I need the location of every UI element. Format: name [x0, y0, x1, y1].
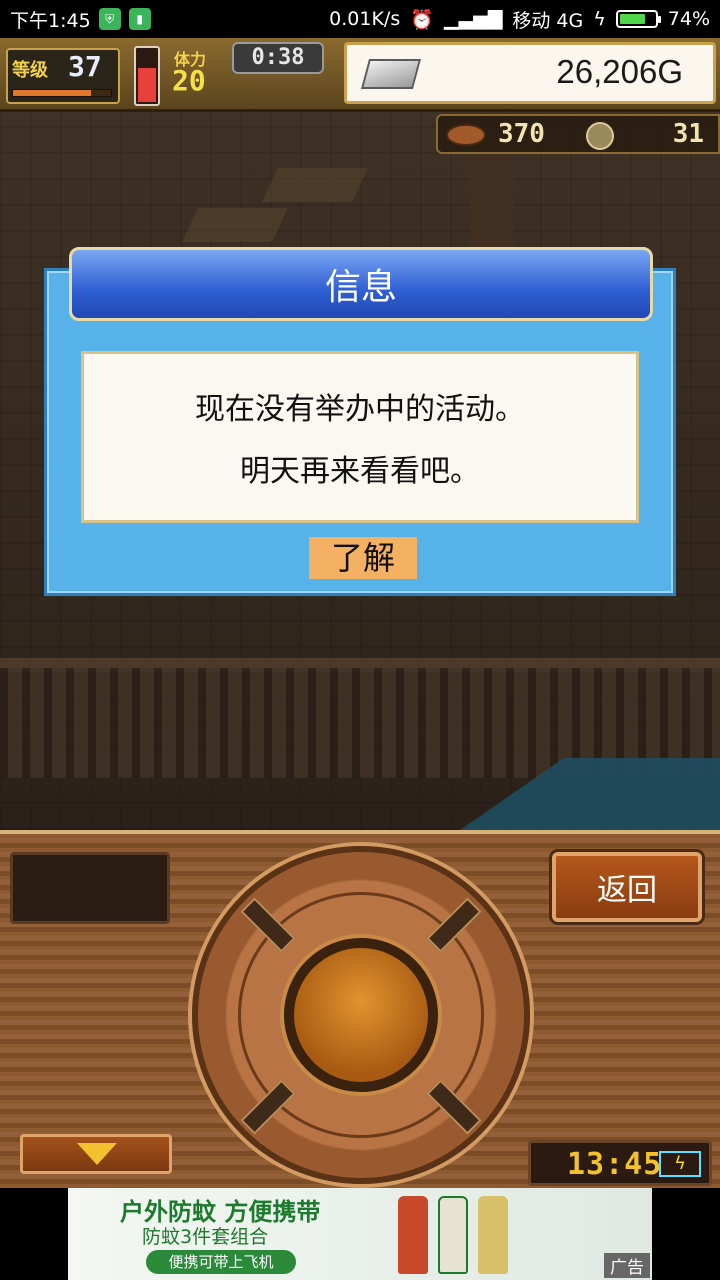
level-label: 等级	[12, 60, 48, 81]
app-icon: ▮	[128, 8, 151, 30]
menu-toggle-button[interactable]	[20, 1134, 172, 1174]
alarm-icon: ⏰	[410, 8, 434, 31]
top-hud: 等级 37 体力 20 0:38 26,206G	[0, 38, 720, 112]
coin-value: 31	[672, 119, 704, 149]
gold-display: 26,206G	[344, 42, 716, 104]
shield-icon: ⛨	[98, 8, 121, 30]
signal-icon: ▁▃▅▇	[443, 8, 503, 30]
gold-value: 26,206G	[556, 53, 683, 90]
charging-icon: ϟ	[593, 8, 606, 30]
dpad[interactable]	[192, 846, 530, 1184]
ok-button[interactable]: 了解	[309, 537, 417, 579]
ad-tag: 广告	[604, 1253, 650, 1278]
clock-value: 13:45	[567, 1147, 663, 1182]
ad-pill: 便携可带上飞机	[146, 1250, 296, 1274]
coin-icon	[586, 122, 614, 150]
status-time: 下午1:45	[10, 9, 91, 32]
control-panel: 返回 13:45 ϟ	[0, 830, 720, 1188]
back-label: 返回	[597, 873, 657, 908]
network-speed: 0.01K/s	[329, 8, 401, 30]
bottle-image	[398, 1196, 428, 1274]
ad-subline: 防蚊3件套组合	[142, 1226, 269, 1248]
carrier: 移动 4G	[512, 9, 584, 32]
status-bar: 下午1:45 ⛨ ▮ 0.01K/s ⏰ ▁▃▅▇ 移动 4G ϟ 74%	[0, 0, 720, 38]
dialog-message: 现在没有举办中的活动。 明天再来看看吧。	[81, 351, 639, 523]
hp-gauge	[134, 46, 160, 106]
triangle-down-icon	[77, 1143, 117, 1165]
silver-ingot-icon	[360, 59, 422, 89]
dialog-title: 信息	[324, 267, 397, 308]
message-line-2: 明天再来看看吧。	[240, 454, 480, 489]
battery-bolt-icon: ϟ	[659, 1151, 701, 1177]
stamina-value: 20	[172, 64, 206, 97]
empty-slot	[10, 852, 170, 924]
food-icon	[446, 124, 486, 146]
info-dialog: 信息 现在没有举办中的活动。 明天再来看看吧。 了解	[44, 247, 676, 596]
exp-bar	[12, 89, 112, 97]
level-value: 37	[68, 50, 102, 83]
dialog-header: 信息	[69, 247, 653, 321]
game-clock: 13:45 ϟ	[528, 1140, 712, 1186]
stamina-timer: 0:38	[232, 42, 324, 74]
food-value: 370	[498, 119, 545, 149]
resource-hud: 370 31	[436, 114, 720, 154]
battery-percent: 74%	[667, 8, 710, 30]
action-button[interactable]	[284, 938, 438, 1092]
battery-icon	[615, 10, 661, 28]
ad-bar: 户外防蚊 方便携带 防蚊3件套组合 便携可带上飞机 广告	[0, 1188, 720, 1280]
back-button[interactable]: 返回	[552, 852, 702, 922]
ad-banner[interactable]: 户外防蚊 方便携带 防蚊3件套组合 便携可带上飞机 广告	[68, 1188, 652, 1280]
level-box: 等级 37	[6, 48, 120, 104]
bottle-image	[438, 1196, 468, 1274]
message-line-1: 现在没有举办中的活动。	[195, 392, 525, 427]
bottle-image	[478, 1196, 508, 1274]
